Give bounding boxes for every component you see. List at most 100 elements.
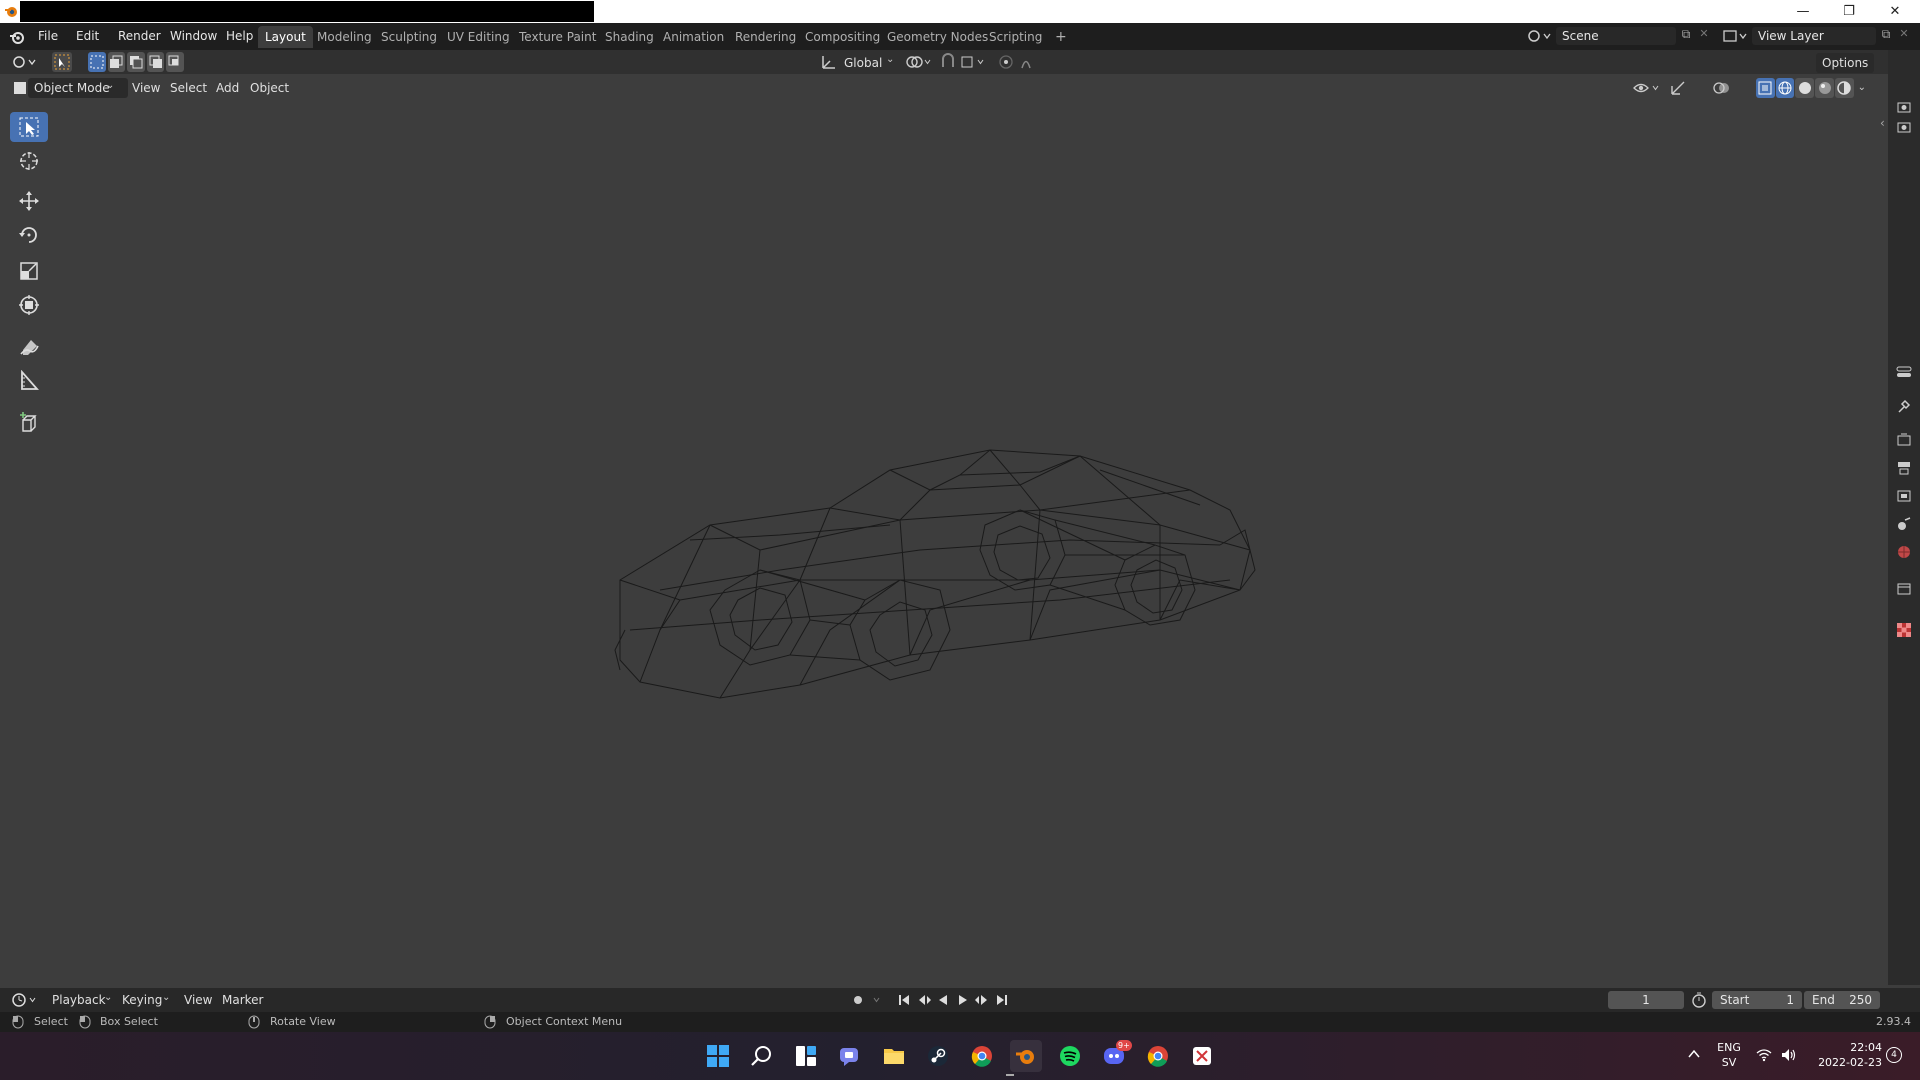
- next-keyframe-icon[interactable]: [974, 992, 990, 1008]
- tab-layout[interactable]: Layout: [258, 26, 313, 48]
- select-new-icon[interactable]: [88, 52, 106, 72]
- wifi-icon[interactable]: [1756, 1048, 1772, 1062]
- transform-tool-icon[interactable]: [10, 290, 48, 320]
- snipping-tool-icon[interactable]: [1186, 1040, 1218, 1072]
- tray-overflow-chevron-icon[interactable]: [1686, 1046, 1702, 1062]
- restore-button[interactable]: ❐: [1826, 0, 1872, 23]
- shading-options-chevron-icon[interactable]: ⌄: [1855, 78, 1866, 98]
- input-language[interactable]: ENG SV: [1714, 1040, 1744, 1070]
- object-menu[interactable]: Object: [244, 78, 295, 98]
- tab-uv-editing[interactable]: UV Editing: [440, 26, 517, 48]
- search-icon[interactable]: [746, 1040, 778, 1072]
- menu-help[interactable]: Help: [220, 23, 259, 50]
- play-reverse-icon[interactable]: [935, 992, 951, 1008]
- camera-view-icon[interactable]: [1894, 96, 1914, 116]
- world-properties-icon[interactable]: [1894, 542, 1914, 562]
- measure-tool-icon[interactable]: [10, 366, 48, 396]
- tab-geometry-nodes[interactable]: Geometry Nodes: [880, 26, 995, 48]
- collection-properties-icon[interactable]: [1894, 578, 1914, 598]
- playback-menu[interactable]: Playback: [46, 990, 112, 1010]
- current-frame-field[interactable]: 1: [1608, 991, 1684, 1009]
- chrome-profile-icon[interactable]: [1142, 1040, 1174, 1072]
- proportional-editing-icon[interactable]: [998, 53, 1048, 71]
- view-layer-field[interactable]: View Layer: [1752, 27, 1876, 45]
- menu-window[interactable]: Window: [164, 23, 223, 50]
- overlays-icon[interactable]: [1712, 78, 1742, 98]
- visibility-eye-icon[interactable]: [1632, 78, 1662, 98]
- tab-animation[interactable]: Animation: [656, 26, 731, 48]
- texture-properties-icon[interactable]: [1894, 620, 1914, 640]
- blender-menu-icon[interactable]: [8, 28, 26, 46]
- file-explorer-icon[interactable]: [878, 1040, 910, 1072]
- add-workspace-button[interactable]: +: [1048, 26, 1074, 48]
- add-menu[interactable]: Add: [210, 78, 245, 98]
- solid-shading-icon[interactable]: [1795, 78, 1815, 98]
- notification-count[interactable]: 4: [1886, 1047, 1902, 1063]
- active-tool-icon[interactable]: [52, 52, 72, 72]
- tool-properties-icon[interactable]: [1894, 362, 1914, 382]
- menu-file[interactable]: File: [32, 23, 64, 50]
- editor-type-icon[interactable]: [10, 52, 40, 72]
- start-frame-field[interactable]: Start 1: [1712, 991, 1802, 1009]
- cursor-tool-icon[interactable]: [10, 146, 48, 176]
- remove-scene-icon[interactable]: ✕: [1696, 27, 1712, 45]
- render-properties-icon[interactable]: [1894, 430, 1914, 450]
- jump-end-icon[interactable]: [994, 992, 1010, 1008]
- annotate-tool-icon[interactable]: [10, 332, 48, 362]
- prev-keyframe-icon[interactable]: [916, 992, 932, 1008]
- clock[interactable]: 22:04 2022-02-23: [1806, 1040, 1882, 1070]
- wireframe-shading-icon[interactable]: [1775, 78, 1795, 98]
- preview-range-icon[interactable]: [1690, 991, 1708, 1009]
- close-window-button[interactable]: ✕: [1872, 0, 1918, 23]
- material-preview-icon[interactable]: [1815, 78, 1834, 98]
- scene-selector-icon[interactable]: [1526, 27, 1552, 45]
- jump-start-icon[interactable]: [896, 992, 912, 1008]
- options-dropdown[interactable]: Options: [1816, 53, 1875, 73]
- scale-tool-icon[interactable]: [10, 256, 48, 286]
- minimize-button[interactable]: —: [1780, 0, 1826, 23]
- timeline-view-menu[interactable]: View: [178, 990, 218, 1010]
- play-icon[interactable]: [955, 992, 971, 1008]
- select-menu[interactable]: Select: [164, 78, 213, 98]
- select-intersect-icon[interactable]: [166, 52, 184, 72]
- snap-icon[interactable]: [940, 53, 990, 71]
- rotate-tool-icon[interactable]: [10, 220, 48, 250]
- camera-lock-icon[interactable]: [1894, 116, 1914, 136]
- blender-taskbar-icon[interactable]: [1010, 1040, 1042, 1072]
- add-cube-tool-icon[interactable]: [10, 408, 48, 438]
- transform-orientation-dropdown[interactable]: Global: [838, 53, 888, 73]
- end-frame-field[interactable]: End 250: [1804, 991, 1880, 1009]
- tab-texture-paint[interactable]: Texture Paint: [512, 26, 603, 48]
- menu-edit[interactable]: Edit: [70, 23, 105, 50]
- widgets-icon[interactable]: [790, 1040, 822, 1072]
- select-box-tool-icon[interactable]: [10, 112, 48, 142]
- view-layer-selector-icon[interactable]: [1722, 27, 1748, 45]
- start-menu-icon[interactable]: [702, 1040, 734, 1072]
- tab-modeling[interactable]: Modeling: [310, 26, 379, 48]
- pivot-point-icon[interactable]: [904, 53, 932, 71]
- tab-scripting[interactable]: Scripting: [982, 26, 1049, 48]
- rendered-shading-icon[interactable]: [1834, 78, 1854, 98]
- wireframe-car-model[interactable]: [600, 430, 1300, 730]
- view-menu[interactable]: View: [126, 78, 166, 98]
- tool-settings-icon[interactable]: [1894, 396, 1914, 416]
- timeline-editor-type-icon[interactable]: [10, 990, 40, 1010]
- select-subtract-icon[interactable]: [127, 52, 145, 72]
- tab-shading[interactable]: Shading: [598, 26, 661, 48]
- volume-icon[interactable]: [1780, 1047, 1798, 1063]
- marker-menu[interactable]: Marker: [216, 990, 269, 1010]
- view-layer-properties-icon[interactable]: [1894, 486, 1914, 506]
- remove-view-layer-icon[interactable]: ✕: [1896, 27, 1912, 45]
- select-invert-icon[interactable]: [146, 52, 165, 72]
- keying-menu[interactable]: Keying: [116, 990, 168, 1010]
- scene-field[interactable]: Scene: [1556, 27, 1676, 45]
- spotify-icon[interactable]: [1054, 1040, 1086, 1072]
- output-properties-icon[interactable]: [1894, 458, 1914, 478]
- tab-sculpting[interactable]: Sculpting: [374, 26, 444, 48]
- teams-chat-icon[interactable]: [834, 1040, 866, 1072]
- scene-properties-icon[interactable]: [1894, 514, 1914, 534]
- chrome-icon[interactable]: [966, 1040, 998, 1072]
- tab-compositing[interactable]: Compositing: [798, 26, 887, 48]
- move-tool-icon[interactable]: [10, 186, 48, 216]
- auto-keying-icon[interactable]: [850, 992, 886, 1008]
